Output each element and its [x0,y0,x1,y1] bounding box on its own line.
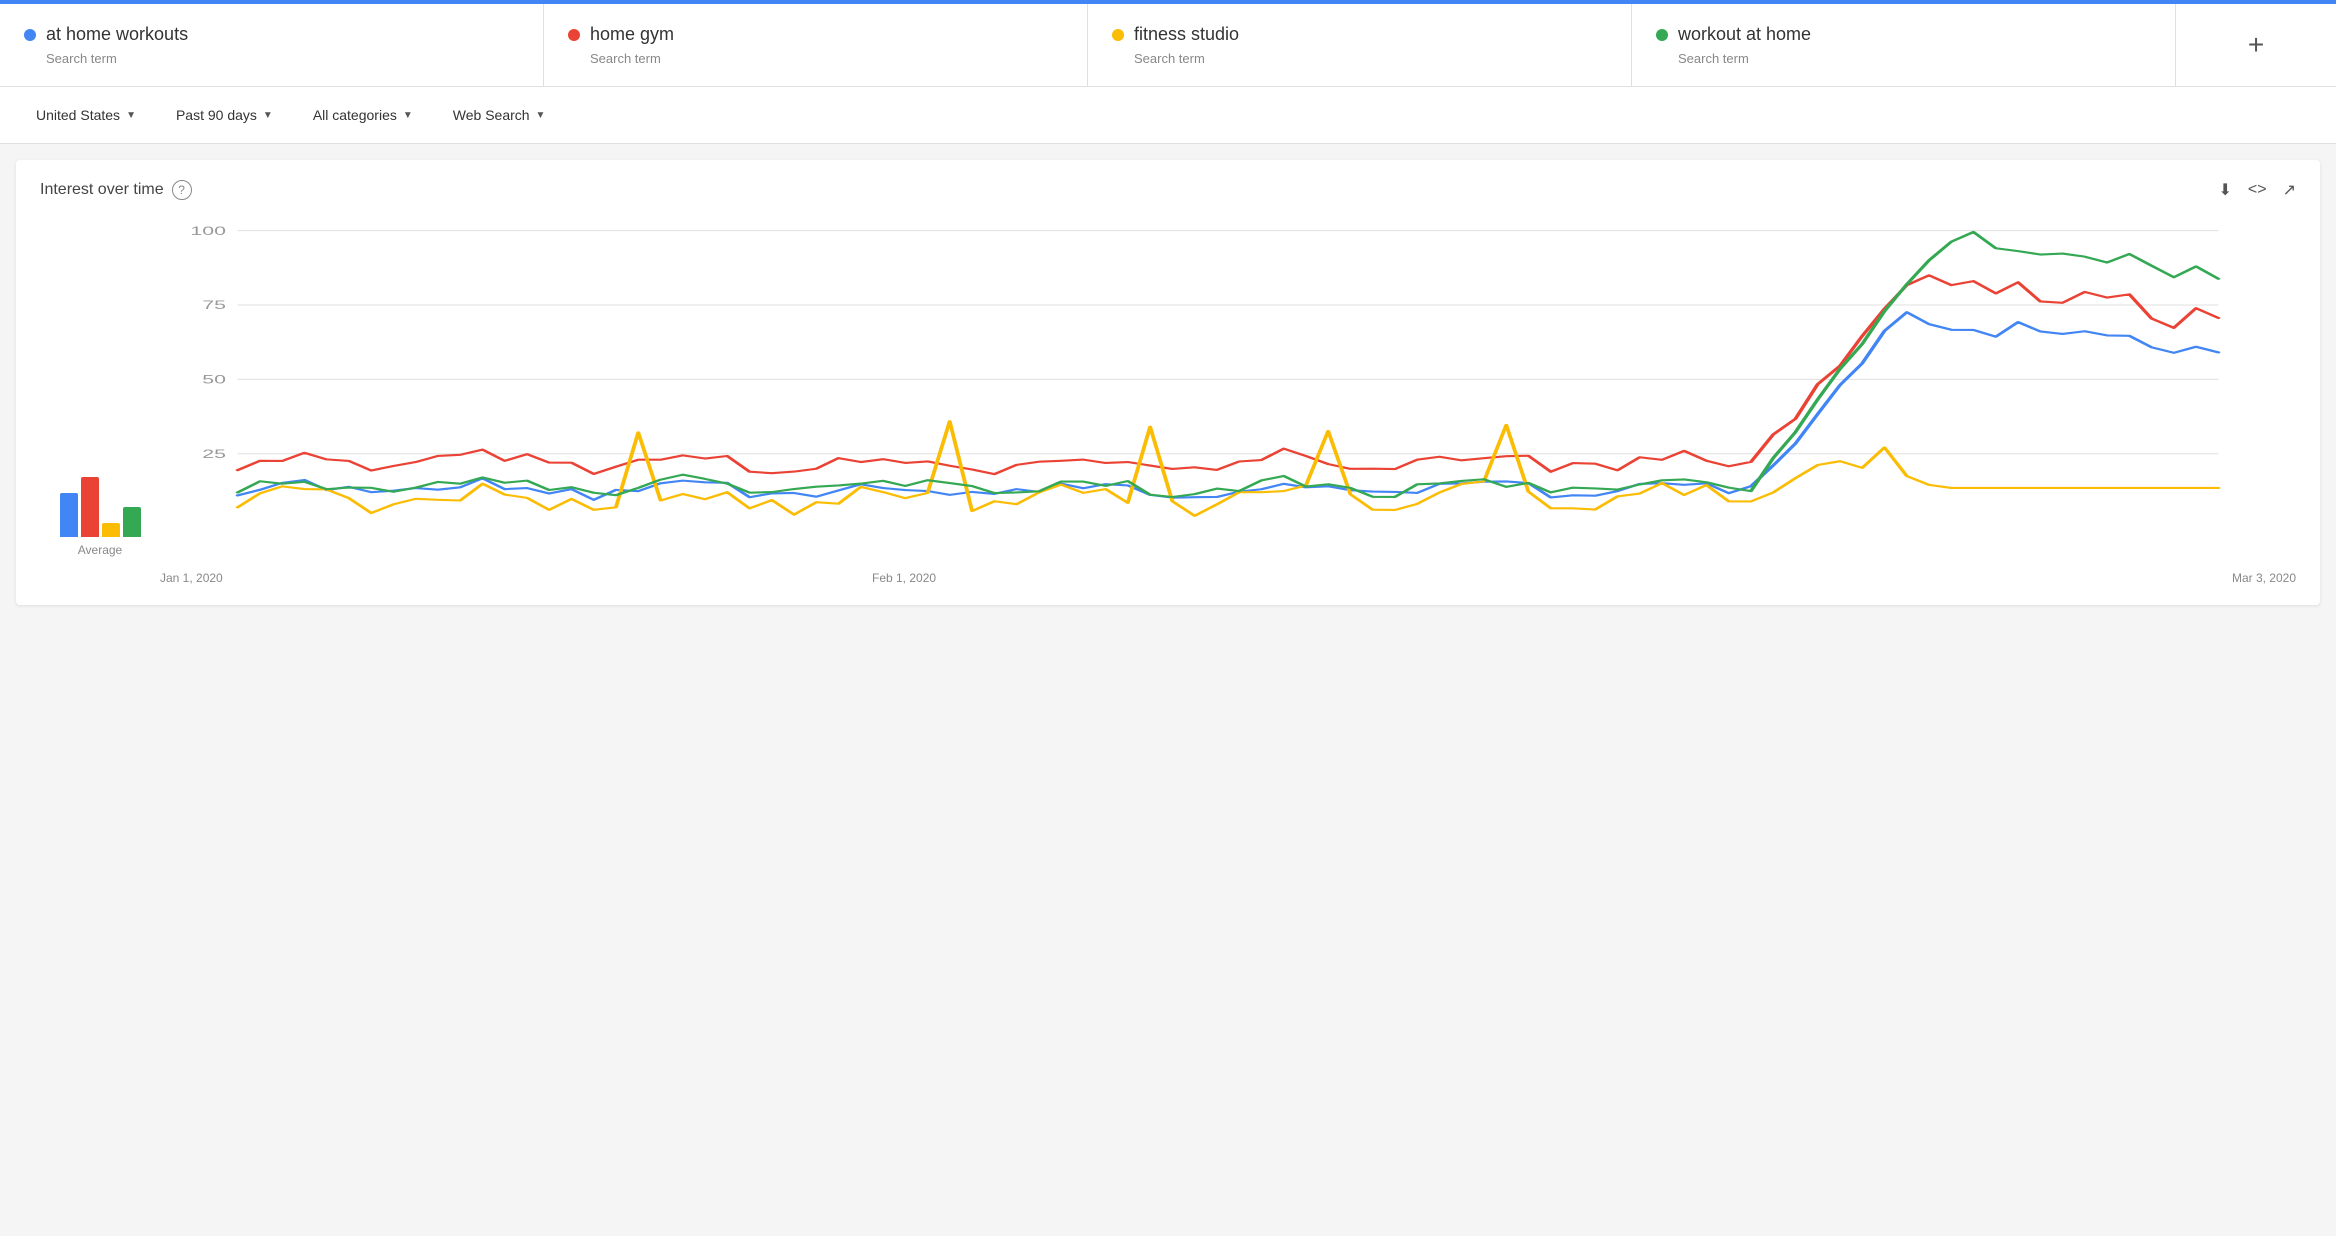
avg-bar-3 [102,523,120,537]
x-label-2: Feb 1, 2020 [872,571,1584,585]
average-bar-section: Average [40,220,160,585]
filter-btn-category[interactable]: All categories ▼ [301,101,425,129]
term-label-text-1: at home workouts [46,24,188,45]
svg-text:75: 75 [202,298,226,312]
chevron-search_type: ▼ [536,110,546,121]
search-term-cell-1[interactable]: at home workouts Search term [0,4,544,86]
term-name-4: workout at home [1656,24,2151,45]
avg-bar-2 [81,477,99,537]
chart-area: Average 100 75 50 25 Jan 1, 2020Feb 1, 2020… [40,220,2296,585]
chart-title-row: Interest over time ? [40,180,192,200]
filter-label-period: Past 90 days [176,107,257,123]
chart-section: Interest over time ? ⬇ <> ↗ Average 100 7… [16,160,2320,605]
term-sublabel-3: Search term [1134,51,1607,66]
line-chart-container: 100 75 50 25 Jan 1, 2020Feb 1, 2020Mar 3, 2… [160,220,2296,585]
term-sublabel-1: Search term [46,51,519,66]
svg-text:25: 25 [202,447,226,461]
filter-label-search_type: Web Search [453,107,530,123]
filter-label-category: All categories [313,107,397,123]
add-term-cell[interactable]: + [2176,4,2336,86]
search-term-cell-4[interactable]: workout at home Search term [1632,4,2176,86]
embed-icon[interactable]: <> [2248,181,2267,199]
average-label: Average [78,543,122,557]
chart-title: Interest over time [40,181,164,199]
term-name-3: fitness studio [1112,24,1607,45]
chart-header: Interest over time ? ⬇ <> ↗ [40,180,2296,200]
line-chart: 100 75 50 25 [160,220,2296,560]
svg-text:100: 100 [190,224,226,238]
x-axis-labels: Jan 1, 2020Feb 1, 2020Mar 3, 2020 [160,565,2296,585]
chart-actions: ⬇ <> ↗ [2219,180,2297,200]
term-name-1: at home workouts [24,24,519,45]
avg-bar-1 [60,493,78,537]
search-terms-row: at home workouts Search term home gym Se… [0,4,2336,87]
chevron-region: ▼ [126,110,136,121]
share-icon[interactable]: ↗ [2283,180,2296,200]
term-dot-2 [568,29,580,41]
term-dot-4 [1656,29,1668,41]
term-label-text-4: workout at home [1678,24,1811,45]
search-term-cell-3[interactable]: fitness studio Search term [1088,4,1632,86]
term-dot-1 [24,29,36,41]
term-label-text-3: fitness studio [1134,24,1239,45]
chevron-period: ▼ [263,110,273,121]
filters-row: United States▼Past 90 days▼All categorie… [0,87,2336,144]
chevron-category: ▼ [403,110,413,121]
search-term-cell-2[interactable]: home gym Search term [544,4,1088,86]
term-name-2: home gym [568,24,1063,45]
download-icon[interactable]: ⬇ [2219,180,2232,200]
svg-text:50: 50 [202,373,226,387]
x-label-3: Mar 3, 2020 [1584,571,2296,585]
filter-btn-region[interactable]: United States ▼ [24,101,148,129]
term-label-text-2: home gym [590,24,674,45]
filter-btn-search_type[interactable]: Web Search ▼ [441,101,558,129]
filter-btn-period[interactable]: Past 90 days ▼ [164,101,285,129]
term-sublabel-4: Search term [1678,51,2151,66]
avg-bar-4 [123,507,141,537]
avg-bars [60,457,141,537]
help-icon[interactable]: ? [172,180,192,200]
term-sublabel-2: Search term [590,51,1063,66]
x-label-1: Jan 1, 2020 [160,571,872,585]
term-dot-3 [1112,29,1124,41]
filter-label-region: United States [36,107,120,123]
